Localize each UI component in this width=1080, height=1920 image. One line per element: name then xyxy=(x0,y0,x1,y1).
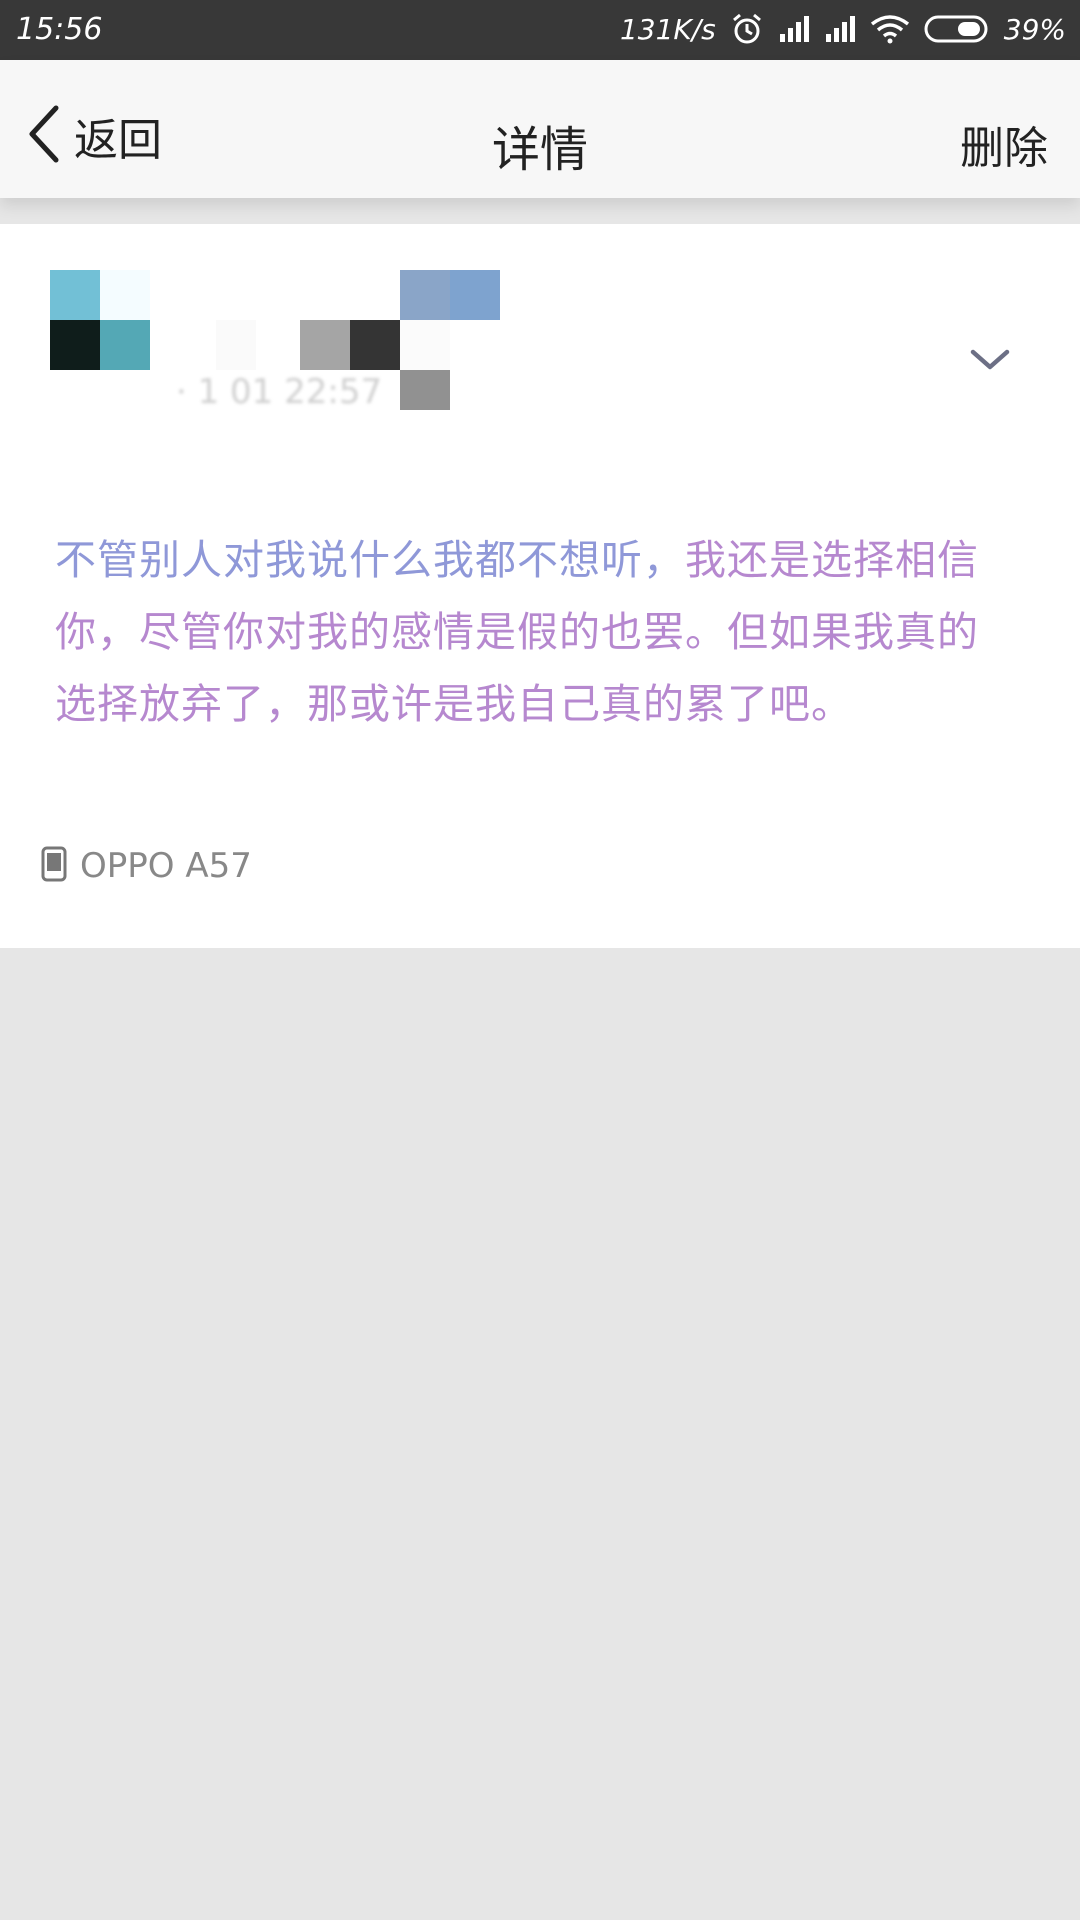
page-title: 详情 xyxy=(491,122,588,178)
battery-icon xyxy=(924,14,990,44)
device-label: OPPO A57 xyxy=(80,846,252,886)
signal-icon xyxy=(824,14,856,44)
device-info: OPPO A57 xyxy=(40,846,252,886)
post-content-part-1: 不管别人对我说什么我都不想听， xyxy=(55,536,685,584)
status-time: 15:56 xyxy=(16,12,103,47)
wifi-icon xyxy=(870,14,910,44)
phone-icon xyxy=(40,846,68,886)
avatar[interactable] xyxy=(50,270,150,370)
status-bar: 15:56 131K/s 39% xyxy=(0,0,1080,60)
chevron-down-icon[interactable] xyxy=(970,348,1010,376)
alarm-icon xyxy=(730,12,764,46)
navigation-bar: 返回 详情 删除 xyxy=(0,60,1080,198)
post-timestamp: · 1 01 22:57 xyxy=(176,372,383,412)
battery-percentage: 39% xyxy=(1003,12,1066,46)
author-info-pixelated: · 1 01 22:57 xyxy=(176,270,506,420)
post-content: 不管别人对我说什么我都不想听，我还是选择相信你，尽管你对我的感情是假的也罢。但如… xyxy=(55,524,1015,740)
delete-button[interactable]: 删除 xyxy=(960,112,1048,176)
status-icons: 131K/s 39% xyxy=(620,12,1066,46)
network-speed: 131K/s xyxy=(619,12,716,46)
signal-icon xyxy=(778,14,810,44)
post-card: · 1 01 22:57 不管别人对我说什么我都不想听，我还是选择相信你，尽管你… xyxy=(0,224,1080,948)
empty-background xyxy=(0,948,1080,1920)
